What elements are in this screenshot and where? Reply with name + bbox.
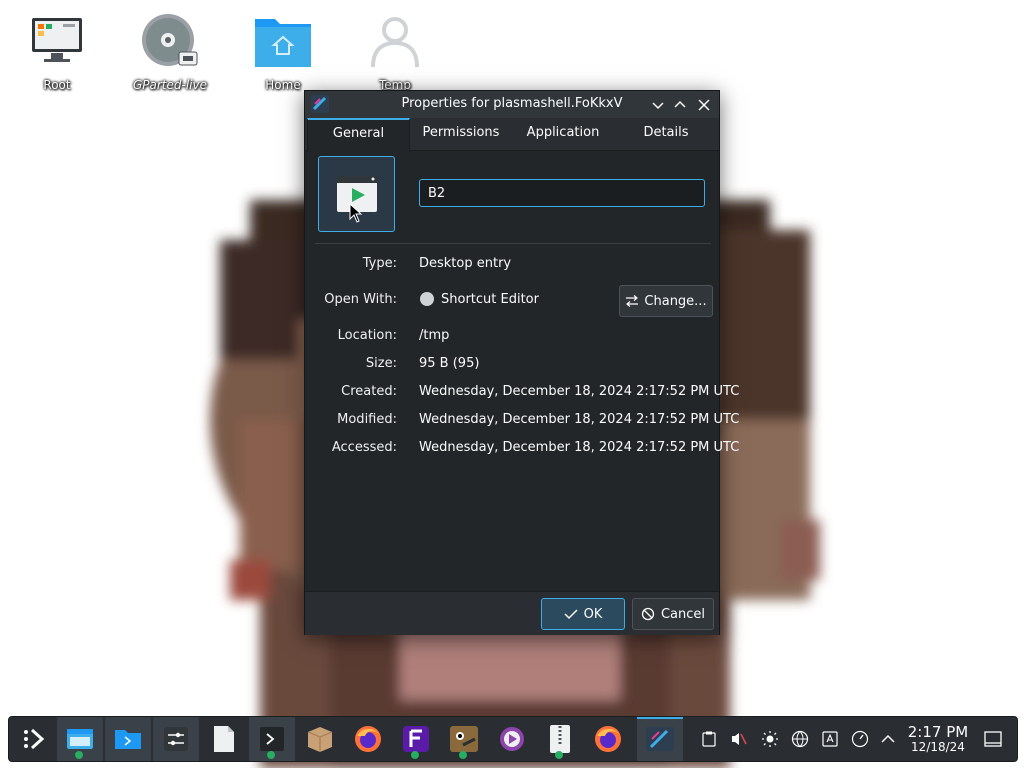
size-label: Size: bbox=[365, 356, 397, 371]
file-manager-icon bbox=[67, 729, 93, 749]
desktop-icon-label: Root bbox=[43, 78, 71, 92]
taskbar-firefox[interactable] bbox=[345, 717, 391, 761]
plus-badge-icon bbox=[555, 751, 563, 759]
close-button[interactable] bbox=[693, 94, 715, 116]
clipboard-icon[interactable] bbox=[699, 729, 719, 749]
chevron-up-icon[interactable] bbox=[878, 729, 898, 749]
plus-badge-icon bbox=[267, 751, 275, 759]
plus-badge-icon bbox=[459, 751, 467, 759]
taskbar: 2:17 PM 12/18/24 bbox=[8, 716, 1018, 762]
checkmark-icon bbox=[564, 609, 578, 620]
taskbar-dolphin[interactable] bbox=[57, 717, 103, 761]
chevron-down-icon bbox=[652, 102, 664, 110]
tab-application[interactable]: Application bbox=[513, 118, 613, 150]
fontforge-icon bbox=[403, 726, 429, 752]
separator bbox=[315, 243, 711, 244]
firefox-icon bbox=[355, 726, 381, 752]
properties-dialog: Properties for plasmashell.FoKkxV Genera… bbox=[304, 90, 739, 635]
filename-input[interactable] bbox=[419, 179, 705, 207]
media-player-icon bbox=[500, 727, 524, 751]
accessed-label: Accessed: bbox=[331, 440, 397, 455]
location-label: Location: bbox=[337, 328, 397, 343]
created-value: Wednesday, December 18, 2024 2:17:52 PM … bbox=[419, 384, 740, 399]
size-value: 95 B (95) bbox=[419, 356, 480, 371]
desktop-icon-label: GParted-live bbox=[132, 78, 207, 92]
disc-icon bbox=[140, 10, 200, 72]
taskbar-archive-manager[interactable] bbox=[537, 717, 583, 761]
plus-badge-icon bbox=[411, 751, 419, 759]
openwith-label: Open With: bbox=[324, 292, 397, 307]
archive-icon bbox=[550, 725, 570, 753]
minimize-button[interactable] bbox=[647, 94, 669, 116]
clock-date[interactable]: 12/18/24 bbox=[906, 740, 970, 754]
clock-time[interactable]: 2:17 PM bbox=[906, 723, 970, 741]
dialog-titlebar[interactable]: Properties for plasmashell.FoKkxV bbox=[305, 91, 719, 118]
network-icon[interactable] bbox=[790, 729, 810, 749]
modified-label: Modified: bbox=[337, 412, 397, 427]
user-icon bbox=[365, 10, 425, 72]
type-label: Type: bbox=[362, 256, 397, 271]
cancel-button-label: Cancel bbox=[660, 606, 706, 622]
desktop-icon-home[interactable]: Home bbox=[235, 10, 331, 92]
kde-launcher-icon bbox=[24, 728, 45, 750]
brightness-icon[interactable] bbox=[760, 729, 780, 749]
dialog-footer: OK Cancel bbox=[305, 591, 719, 635]
input-method-icon[interactable] bbox=[820, 729, 840, 749]
close-icon bbox=[698, 99, 710, 111]
speedometer-icon[interactable] bbox=[850, 729, 870, 749]
desktop-icon-temp[interactable]: Temp bbox=[347, 10, 443, 92]
taskbar-text-document[interactable] bbox=[201, 717, 247, 761]
terminal-icon bbox=[260, 727, 284, 751]
location-value: /tmp bbox=[419, 328, 450, 343]
taskbar-package[interactable] bbox=[297, 717, 343, 761]
maximize-button[interactable] bbox=[669, 94, 691, 116]
taskbar-fontforge[interactable] bbox=[393, 717, 439, 761]
plus-badge-icon bbox=[75, 751, 83, 759]
ok-button-label: OK bbox=[583, 606, 603, 622]
taskbar-firefox-2[interactable] bbox=[585, 717, 631, 761]
taskbar-media-player[interactable] bbox=[489, 717, 535, 761]
application-launcher-button[interactable] bbox=[11, 717, 57, 761]
type-value: Desktop entry bbox=[419, 256, 512, 271]
cancel-icon bbox=[641, 607, 655, 621]
taskbar-settings[interactable] bbox=[153, 717, 199, 761]
taskbar-shortcut-editor[interactable] bbox=[637, 717, 683, 761]
ok-button[interactable]: OK bbox=[541, 598, 625, 630]
taskbar-gimp[interactable] bbox=[441, 717, 487, 761]
tab-permissions[interactable]: Permissions bbox=[409, 118, 513, 150]
tab-general[interactable]: General bbox=[307, 118, 410, 152]
package-icon bbox=[307, 727, 333, 752]
modified-value: Wednesday, December 18, 2024 2:17:52 PM … bbox=[419, 412, 740, 427]
system-settings-icon bbox=[164, 727, 188, 751]
show-desktop-icon[interactable] bbox=[983, 729, 1003, 749]
firefox-icon bbox=[595, 726, 621, 752]
change-button[interactable]: Change... bbox=[619, 285, 713, 317]
desktop-icon-root[interactable]: Root bbox=[9, 10, 105, 92]
home-folder-icon bbox=[253, 10, 313, 72]
shortcut-editor-app-icon bbox=[420, 292, 434, 306]
change-button-label: Change... bbox=[644, 293, 707, 309]
file-icon-button[interactable] bbox=[318, 156, 395, 232]
mouse-cursor-icon bbox=[349, 203, 363, 223]
active-indicator bbox=[637, 717, 683, 719]
taskbar-terminal[interactable] bbox=[249, 717, 295, 761]
volume-muted-icon[interactable] bbox=[729, 729, 749, 749]
taskbar-folder[interactable] bbox=[105, 717, 151, 761]
document-icon bbox=[214, 726, 234, 752]
shortcut-editor-icon bbox=[646, 727, 674, 751]
monitor-icon bbox=[27, 10, 87, 72]
openwith-value: Shortcut Editor bbox=[441, 292, 539, 307]
gimp-icon bbox=[450, 726, 478, 752]
accessed-value: Wednesday, December 18, 2024 2:17:52 PM … bbox=[419, 440, 740, 455]
swap-icon bbox=[626, 295, 639, 307]
tab-details[interactable]: Details bbox=[615, 118, 717, 150]
desktop-icon-gparted[interactable]: GParted-live bbox=[122, 10, 218, 92]
tab-bar: General Permissions Application Details bbox=[305, 118, 719, 152]
cancel-button[interactable]: Cancel bbox=[632, 598, 714, 630]
folder-icon bbox=[115, 730, 141, 749]
created-label: Created: bbox=[341, 384, 397, 399]
chevron-up-icon bbox=[674, 100, 686, 108]
